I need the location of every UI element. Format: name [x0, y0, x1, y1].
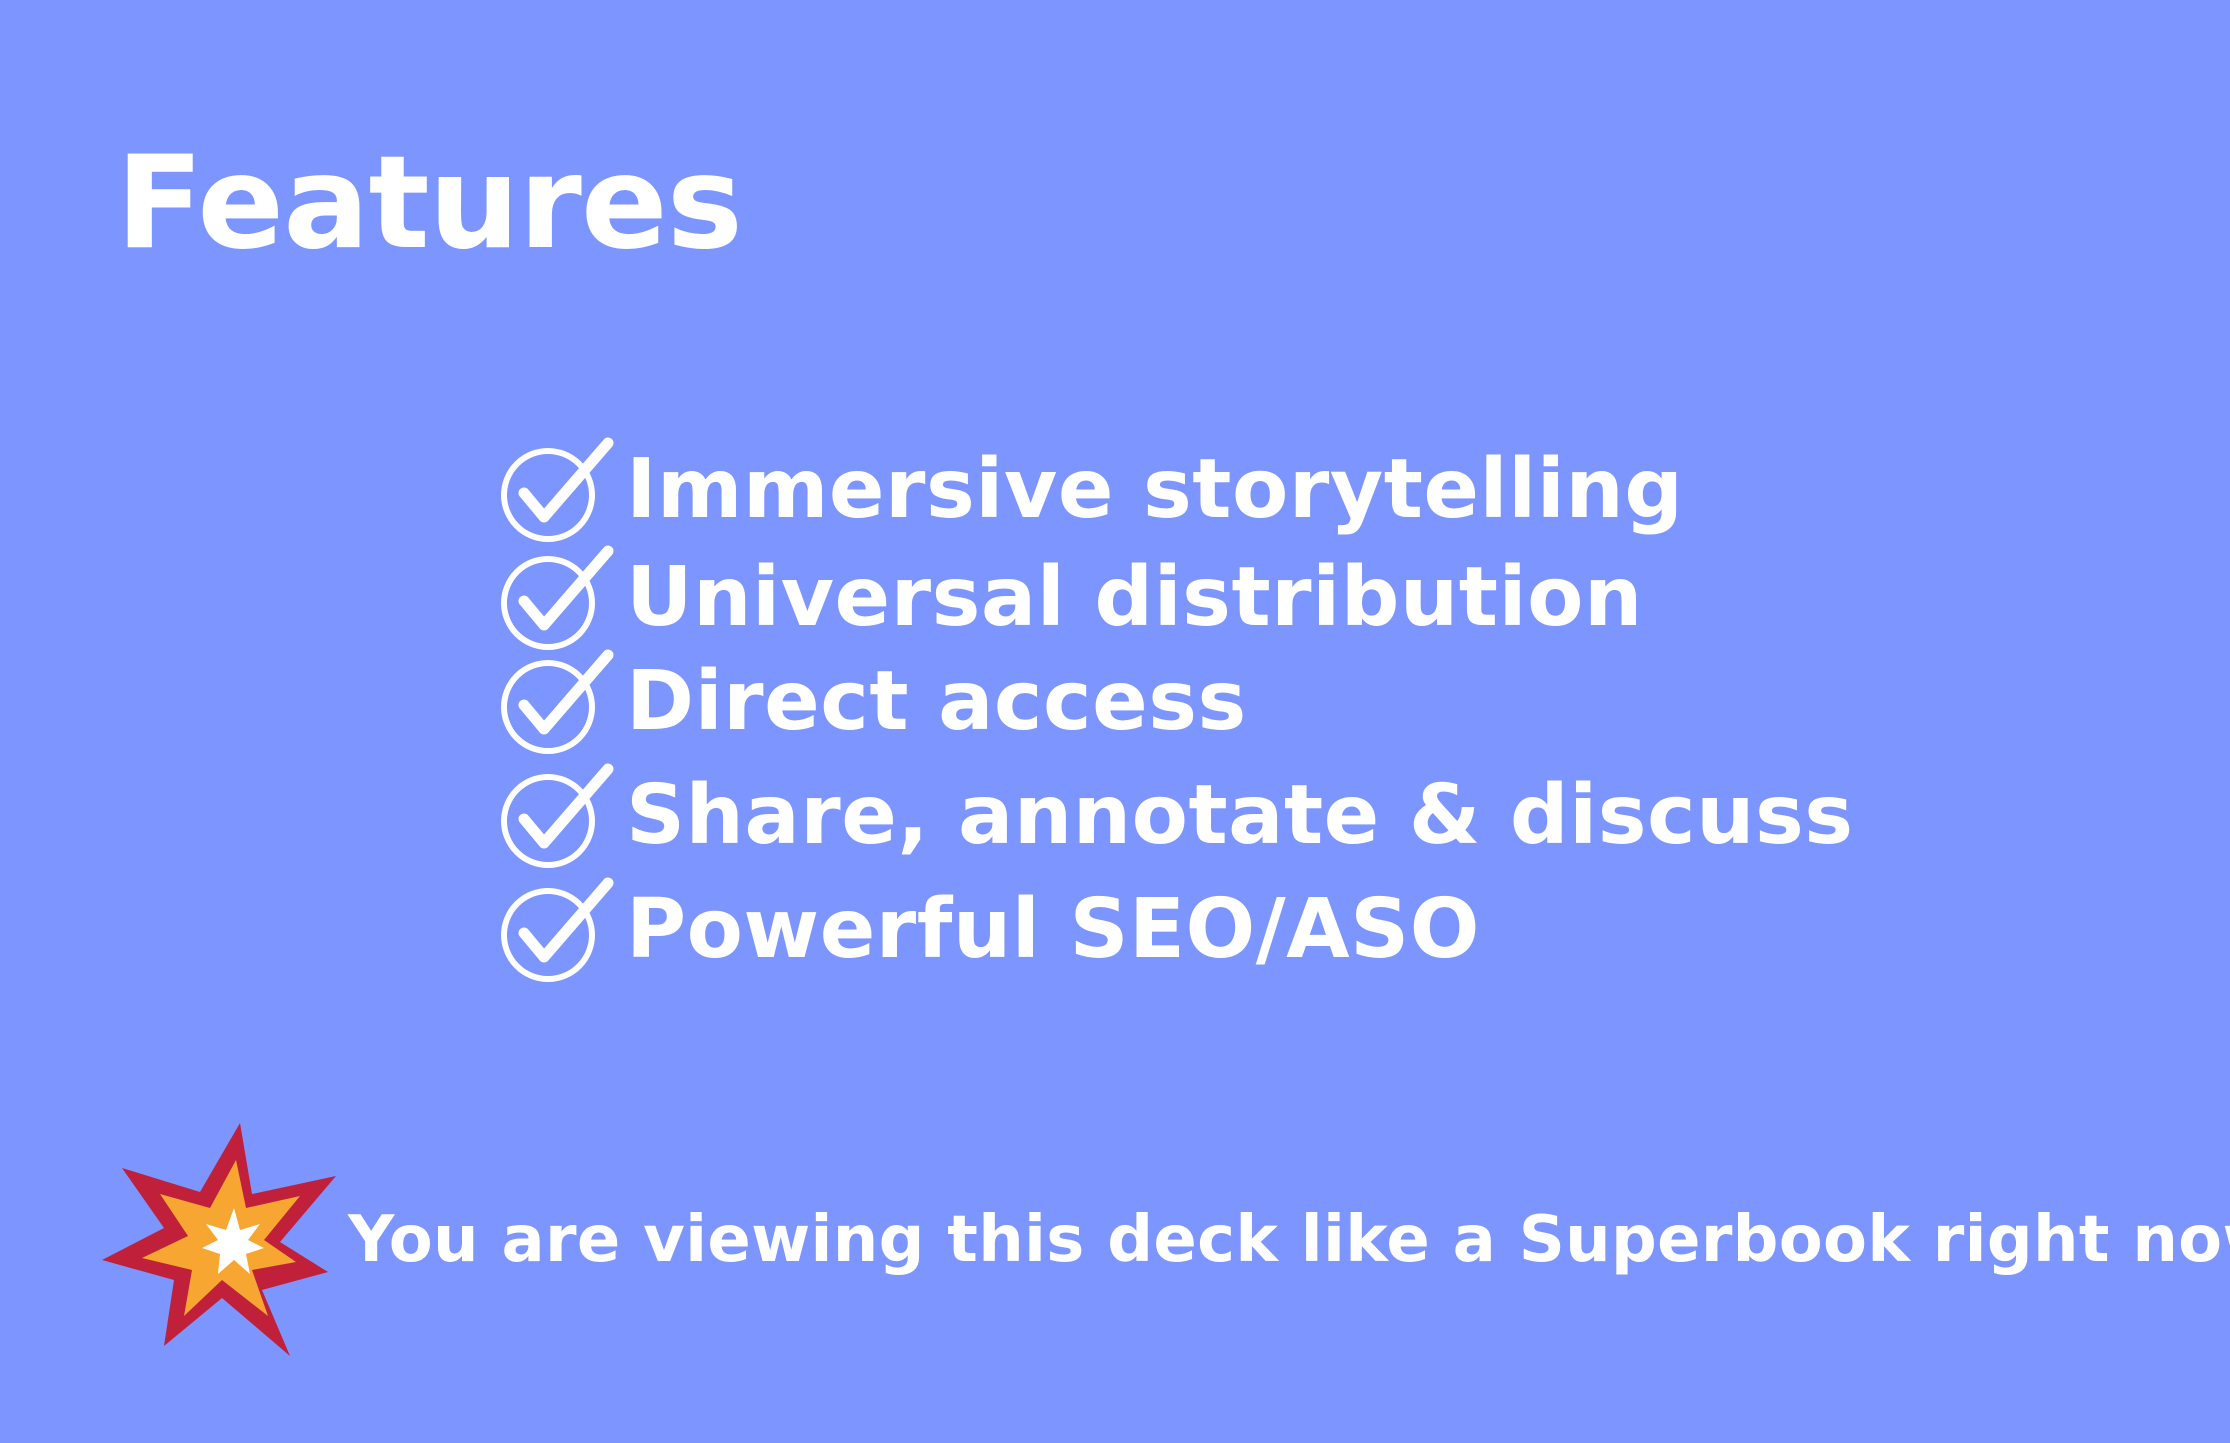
check-circle-icon	[501, 437, 614, 542]
feature-label: Immersive storytelling	[626, 442, 1684, 537]
feature-label: Universal distribution	[626, 550, 1643, 645]
slide: Features Immersive storytelling Universa…	[0, 0, 2230, 1443]
slide-title: Features	[116, 129, 743, 278]
feature-label: Direct access	[626, 654, 1247, 749]
feature-label: Powerful SEO/ASO	[626, 882, 1480, 977]
feature-item-share-annotate-discuss: Share, annotate & discuss	[500, 761, 1854, 871]
check-circle-icon	[501, 545, 614, 650]
footer-callout: You are viewing this deck like a Superbo…	[100, 1120, 2230, 1360]
check-circle-icon	[501, 877, 614, 982]
feature-item-immersive-storytelling: Immersive storytelling	[500, 435, 1683, 545]
feature-item-direct-access: Direct access	[500, 647, 1247, 757]
feature-item-universal-distribution: Universal distribution	[500, 543, 1643, 653]
check-circle-icon	[501, 763, 614, 868]
feature-item-powerful-seo-aso: Powerful SEO/ASO	[500, 875, 1480, 985]
footer-text: You are viewing this deck like a Superbo…	[348, 1203, 2230, 1277]
feature-label: Share, annotate & discuss	[626, 768, 1854, 863]
collision-burst-icon	[102, 1123, 336, 1356]
check-circle-icon	[501, 649, 614, 754]
